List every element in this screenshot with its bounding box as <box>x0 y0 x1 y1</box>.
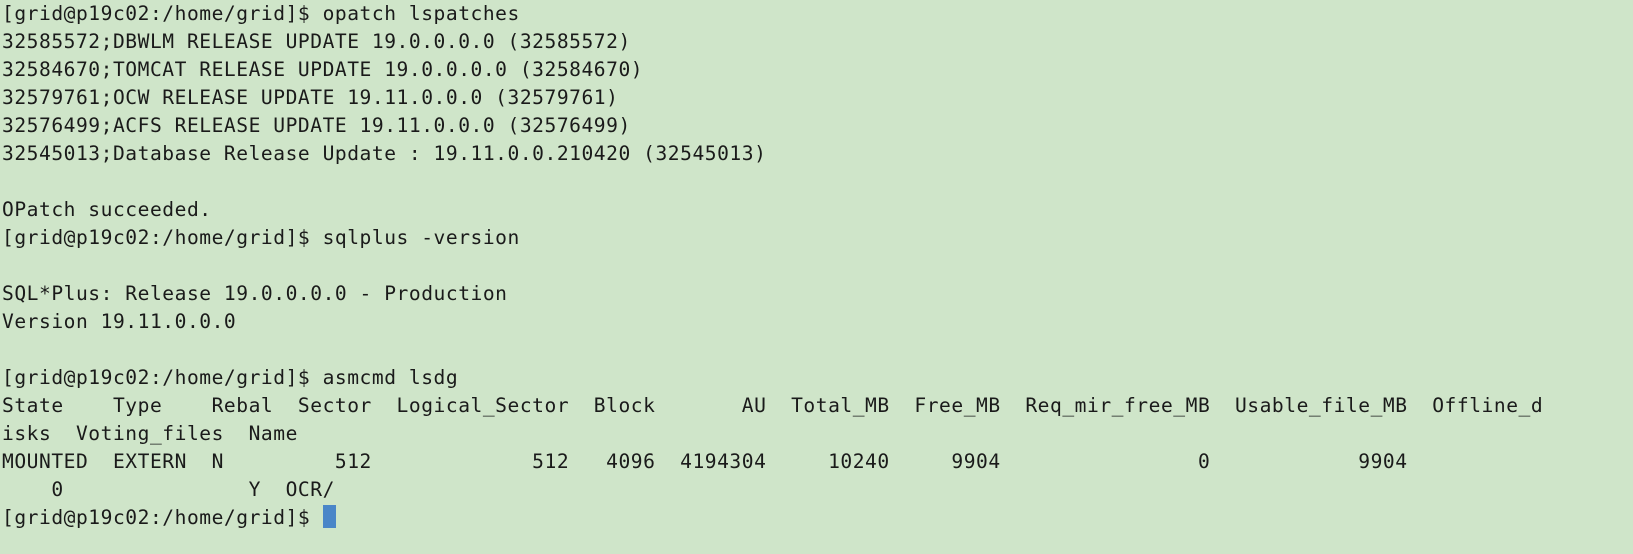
terminal-line-table-header-wrap: isks Voting_files Name <box>2 420 1633 448</box>
terminal-line-blank <box>2 168 1633 196</box>
terminal-line-table-row: MOUNTED EXTERN N 512 512 4096 4194304 10… <box>2 448 1633 476</box>
terminal-line: 32584670;TOMCAT RELEASE UPDATE 19.0.0.0.… <box>2 56 1633 84</box>
terminal-line: [grid@p19c02:/home/grid]$ asmcmd lsdg <box>2 364 1633 392</box>
terminal-line: OPatch succeeded. <box>2 196 1633 224</box>
terminal-prompt-line[interactable]: [grid@p19c02:/home/grid]$ <box>2 504 1633 532</box>
terminal-line: 32579761;OCW RELEASE UPDATE 19.11.0.0.0 … <box>2 84 1633 112</box>
terminal-line: SQL*Plus: Release 19.0.0.0.0 - Productio… <box>2 280 1633 308</box>
terminal-line-blank <box>2 252 1633 280</box>
prompt-text: [grid@p19c02:/home/grid]$ <box>2 506 323 529</box>
terminal-line: [grid@p19c02:/home/grid]$ opatch lspatch… <box>2 0 1633 28</box>
terminal-line: 32545013;Database Release Update : 19.11… <box>2 140 1633 168</box>
terminal-line-table-row-wrap: 0 Y OCR/ <box>2 476 1633 504</box>
terminal-line: [grid@p19c02:/home/grid]$ sqlplus -versi… <box>2 224 1633 252</box>
terminal-line: Version 19.11.0.0.0 <box>2 308 1633 336</box>
terminal-line: 32576499;ACFS RELEASE UPDATE 19.11.0.0.0… <box>2 112 1633 140</box>
terminal-line-table-header: State Type Rebal Sector Logical_Sector B… <box>2 392 1633 420</box>
terminal-screen[interactable]: [grid@p19c02:/home/grid]$ opatch lspatch… <box>0 0 1633 554</box>
terminal-line: 32585572;DBWLM RELEASE UPDATE 19.0.0.0.0… <box>2 28 1633 56</box>
terminal-line-blank <box>2 336 1633 364</box>
text-cursor <box>323 505 336 528</box>
